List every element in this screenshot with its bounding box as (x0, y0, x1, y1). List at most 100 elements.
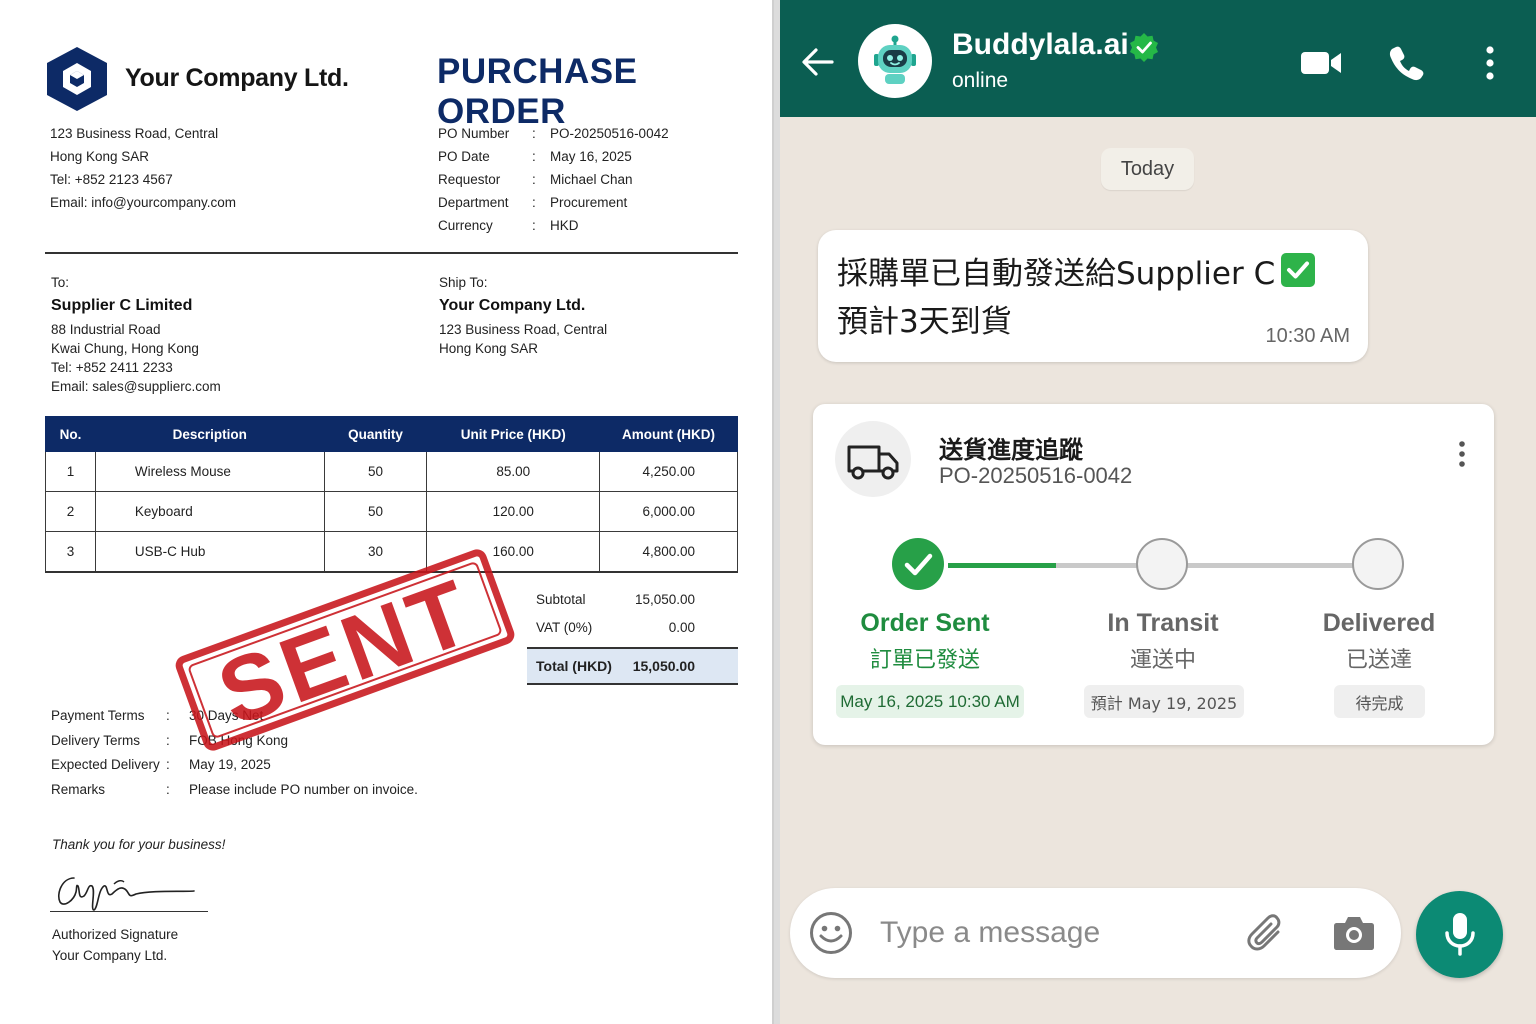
company-email: Email: info@yourcompany.com (50, 195, 237, 210)
total-row: Total (HKD) 15,050.00 (527, 647, 738, 685)
signature-company: Your Company Ltd. (52, 948, 168, 963)
ship-to-address-line: Hong Kong SAR (439, 341, 539, 356)
supplier-block: To: Supplier C Limited 88 Industrial Roa… (51, 273, 221, 396)
signature-label: Authorized Signature (52, 927, 179, 942)
step-sublabel-delivered: 已送達 (1345, 648, 1412, 673)
handwritten-signature (58, 877, 195, 911)
meta-label: PO Date (438, 149, 490, 164)
avatar[interactable] (858, 24, 932, 98)
step-node-order-sent (892, 538, 944, 590)
date-divider: Today (1101, 148, 1194, 190)
incoming-message[interactable]: 採購單已自動發送給Supplier C 預計3天到貨 10:30 AM (818, 230, 1368, 362)
company-phone: Tel: +852 2123 4567 (50, 172, 173, 187)
truck-icon-badge (835, 421, 911, 497)
robot-icon (874, 35, 916, 84)
cell-no: 3 (45, 531, 96, 573)
checkmark-icon (904, 553, 933, 576)
document-title: PURCHASE ORDER (437, 52, 638, 131)
terms-label: Remarks (51, 781, 106, 797)
column-header: Amount (HKD) (599, 416, 738, 452)
requestor-row: Requestor: Michael Chan (438, 168, 669, 191)
cell-amount: 6,000.00 (599, 491, 738, 532)
message-line: 採購單已自動發送給Supplier C (837, 248, 1316, 293)
company-name: Your Company Ltd. (125, 64, 349, 92)
video-call-icon[interactable] (1300, 48, 1342, 78)
address-line: 123 Business Road, Central (50, 126, 219, 141)
step-node-delivered (1352, 538, 1404, 590)
truck-icon (847, 445, 899, 480)
more-options-icon[interactable] (1482, 46, 1498, 80)
table-row: 3 USB-C Hub 30 160.00 4,800.00 (45, 531, 738, 573)
table-row: 2 Keyboard 50 120.00 6,000.00 (45, 491, 738, 532)
divider (45, 252, 738, 254)
department-row: Department: Procurement (438, 191, 669, 214)
message-text: 採購單已自動發送給Supplier C (837, 256, 1276, 292)
supplier-name: Supplier C Limited (51, 297, 193, 314)
column-header: Quantity (323, 416, 428, 452)
address-line: Hong Kong SAR (50, 149, 150, 164)
remarks-row: Remarks: Please include PO number on invo… (51, 778, 418, 803)
tracking-po-number: PO-20250516-0042 (939, 463, 1133, 488)
terms-label: Expected Delivery (51, 757, 160, 773)
attach-icon[interactable] (1245, 912, 1285, 954)
voice-record-button[interactable] (1416, 891, 1503, 978)
step-pending-chip: 待完成 (1334, 685, 1425, 718)
chat-header: Buddylala.ai online (780, 0, 1536, 117)
currency-row: Currency: HKD (438, 214, 669, 237)
ship-to-address-line: 123 Business Road, Central (439, 322, 608, 337)
card-more-options-icon[interactable] (1457, 440, 1467, 468)
supplier-phone: Tel: +852 2411 2233 (51, 360, 173, 375)
vat-row: VAT (0%) 0.00 (527, 613, 738, 641)
step-eta-chip: 預計 May 19, 2025 (1084, 685, 1244, 718)
cell-quantity: 50 (323, 451, 428, 492)
thank-you-note: Thank you for your business! (52, 837, 226, 852)
step-label-in-transit: In Transit (1107, 609, 1219, 637)
company-logo-icon (47, 47, 107, 111)
po-date-value: May 16, 2025 (550, 149, 632, 164)
department-value: Procurement (550, 195, 628, 210)
phone-call-icon[interactable] (1388, 44, 1426, 82)
message-input[interactable]: Type a message (880, 916, 1100, 950)
subtotal-label: Subtotal (536, 591, 586, 607)
camera-icon[interactable] (1333, 913, 1375, 951)
cell-description: Wireless Mouse (94, 451, 325, 492)
po-meta-block: PO Number: PO-20250516-0042 PO Date: May 1… (438, 122, 669, 237)
requestor-value: Michael Chan (550, 172, 633, 187)
step-timestamp-chip: May 16, 2025 10:30 AM (836, 685, 1024, 718)
column-header: Unit Price (HKD) (426, 416, 601, 452)
message-timestamp: 10:30 AM (1265, 325, 1350, 347)
company-address: 123 Business Road, Central Hong Kong SAR… (50, 122, 236, 214)
terms-label: Payment Terms (51, 708, 145, 723)
progress-fill (948, 563, 1056, 568)
emoji-icon[interactable] (809, 911, 853, 955)
cell-no: 2 (45, 491, 96, 532)
supplier-address-line: Kwai Chung, Hong Kong (51, 341, 199, 356)
ship-to-heading: Ship To: (439, 275, 488, 290)
contact-name: Buddylala.ai (952, 28, 1129, 61)
remarks-value: Please include PO number on invoice. (189, 781, 418, 797)
po-date-row: PO Date: May 16, 2025 (438, 145, 669, 168)
currency-value: HKD (550, 218, 579, 233)
message-line: 預計3天到貨 (837, 304, 1012, 340)
cell-amount: 4,800.00 (599, 531, 738, 573)
meta-label: Currency (438, 218, 493, 233)
ship-to-name: Your Company Ltd. (439, 297, 586, 314)
cell-unit-price: 120.00 (426, 491, 601, 532)
chat-window: Buddylala.ai online Today 採購單已自動發送給Suppl… (780, 0, 1536, 1024)
ship-to-block: Ship To: Your Company Ltd. 123 Business … (439, 273, 607, 358)
line-items-table: No. Description Quantity Unit Price (HKD… (45, 416, 738, 573)
table-header-row: No. Description Quantity Unit Price (HKD… (45, 416, 738, 452)
meta-label: Requestor (438, 172, 501, 187)
step-sublabel-order-sent: 訂單已發送 (869, 648, 980, 673)
message-input-bar[interactable]: Type a message (790, 888, 1401, 978)
delivery-tracking-card[interactable]: 送貨進度追蹤 PO-20250516-0042 Order Sent 訂單已發送… (813, 404, 1494, 745)
signature-block: Authorized Signature Your Company Ltd. (52, 924, 178, 966)
back-arrow-icon[interactable] (800, 44, 836, 80)
terms-label: Delivery Terms (51, 732, 141, 748)
meta-label: Department (438, 195, 509, 210)
signature-line (50, 911, 208, 912)
supplier-address-line: 88 Industrial Road (51, 322, 161, 337)
vat-label: VAT (0%) (536, 619, 593, 635)
column-header: Description (94, 416, 325, 452)
contact-status: online (952, 69, 1009, 92)
